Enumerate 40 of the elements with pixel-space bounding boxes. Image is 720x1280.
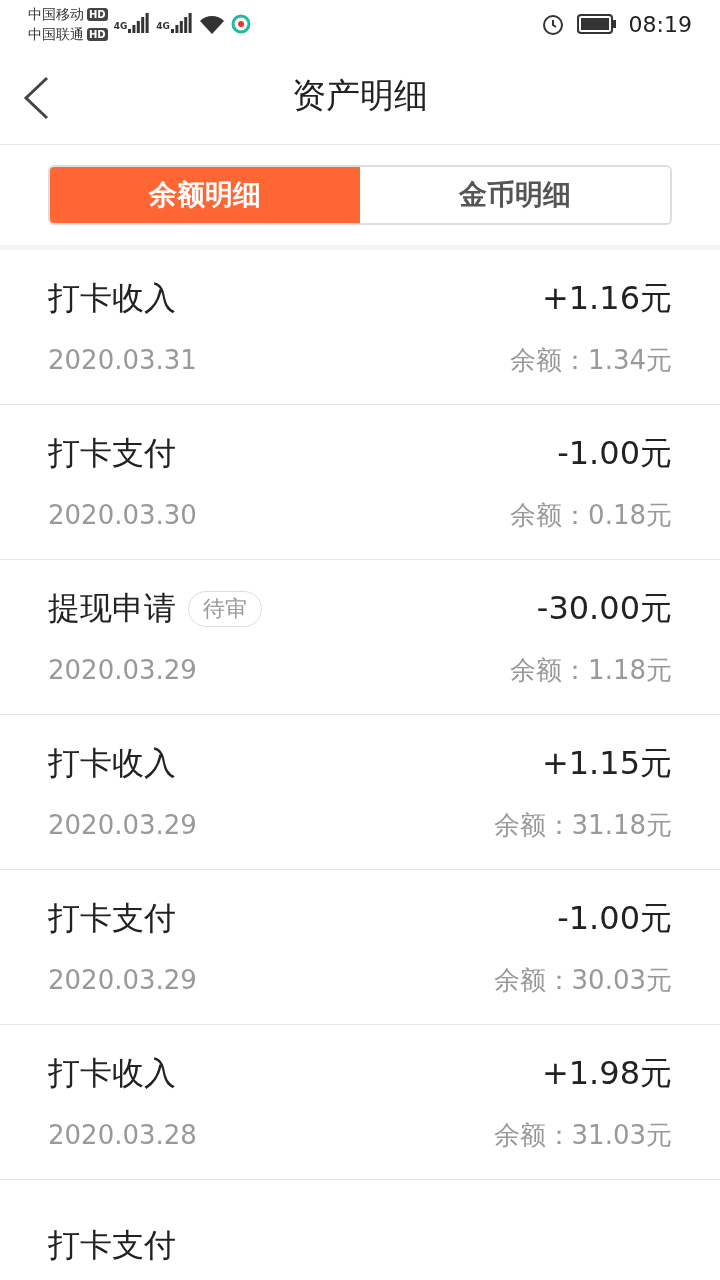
record-amount: +1.15元 (541, 742, 672, 784)
record-date: 2020.03.31 (48, 345, 197, 375)
record-amount: -30.00元 (536, 587, 672, 629)
record-title: 打卡支付 (48, 897, 176, 939)
record-balance: 余额：0.18元 (510, 498, 672, 532)
back-icon[interactable] (22, 76, 50, 120)
record-title: 打卡支付 (48, 1225, 176, 1266)
record-title: 打卡支付 (48, 432, 176, 474)
signal-icon (128, 13, 151, 35)
wifi-icon (199, 13, 225, 35)
alarm-icon (540, 12, 565, 36)
record-title: 打卡收入 (48, 1052, 176, 1094)
signal-icon (171, 13, 193, 35)
record-date: 2020.03.29 (48, 965, 197, 995)
record-balance: 余额：1.18元 (510, 653, 672, 687)
hd-badge: HD (87, 7, 108, 21)
record-title: 打卡收入 (48, 742, 176, 784)
record-title: 打卡收入 (48, 277, 176, 319)
hd-badge: HD (87, 27, 108, 41)
record-date: 2020.03.29 (48, 810, 197, 840)
battery-icon (576, 14, 617, 34)
carrier-name: 中国移动 (28, 5, 84, 23)
record-title: 提现申请 (48, 587, 176, 629)
record-date: 2020.03.28 (48, 1120, 197, 1150)
record-amount: +1.98元 (541, 1052, 672, 1094)
record-date: 2020.03.29 (48, 655, 197, 685)
record-amount: +1.16元 (541, 277, 672, 319)
network-label: 4G (156, 21, 170, 31)
record-balance: 余额：1.34元 (510, 343, 672, 377)
app-icon (231, 14, 251, 34)
record-amount: -1.00元 (557, 897, 672, 939)
network-label: 4G (113, 21, 128, 31)
record-balance: 余额：30.03元 (493, 963, 672, 997)
record-balance: 余额：31.03元 (493, 1118, 672, 1152)
record-balance: 余额：31.18元 (493, 808, 672, 842)
carrier-name: 中国联通 (28, 25, 84, 43)
clock-time: 08:19 (628, 11, 692, 37)
record-date: 2020.03.30 (48, 500, 197, 530)
record-amount: -1.00元 (557, 432, 672, 474)
page-title: 资产明细 (292, 74, 428, 117)
